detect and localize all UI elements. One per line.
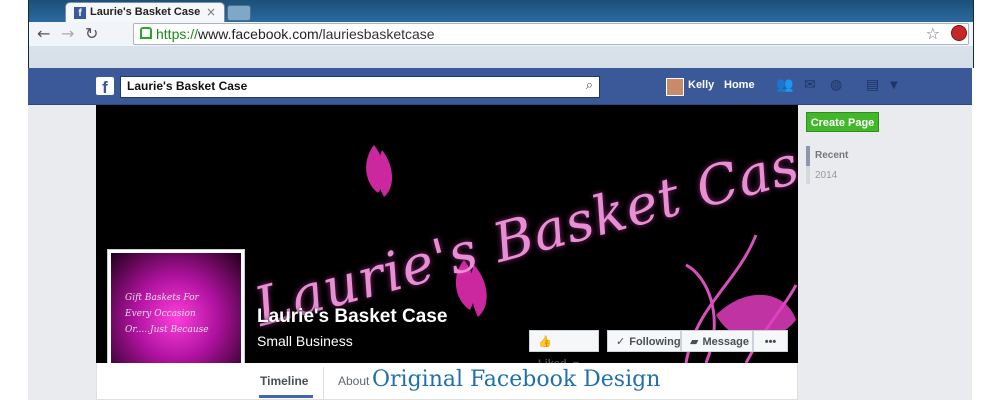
url-text: https://www.facebook.com/lauriesbasketca… <box>156 26 435 42</box>
bookmark-star-icon[interactable]: ☆ <box>926 24 940 43</box>
message-bubble-icon: ▰ <box>690 335 699 348</box>
facebook-favicon-icon: f <box>74 7 86 19</box>
following-button[interactable]: ✓ Following <box>607 330 681 352</box>
facebook-logo-icon[interactable]: f <box>96 77 114 97</box>
message-button[interactable]: ▰ Message <box>681 330 753 352</box>
tab-title: Laurie's Basket Case <box>90 6 201 18</box>
url-domain: www.facebook.com <box>198 26 319 42</box>
tab-timeline[interactable]: Timeline <box>260 374 308 388</box>
friend-requests-icon[interactable]: 👥 <box>776 77 793 93</box>
page-category[interactable]: Small Business <box>257 333 353 349</box>
message-label: Message <box>702 336 749 348</box>
checkmark-icon: ✓ <box>616 335 626 348</box>
year-link-2014[interactable]: 2014 <box>815 170 837 181</box>
back-arrow-icon[interactable]: ← <box>37 24 50 43</box>
tab-about[interactable]: About <box>338 374 369 388</box>
browser-tab[interactable]: f Laurie's Basket Case × <box>65 2 225 23</box>
create-page-button[interactable]: Create Page <box>806 112 879 132</box>
user-avatar[interactable] <box>666 78 684 96</box>
url-scheme: https:// <box>156 26 199 42</box>
profile-text-line: Or.....Just Because <box>125 325 209 335</box>
browser-toolbar: ← → ↻ https://www.facebook.com/lauriesba… <box>29 22 973 46</box>
address-bar[interactable]: https://www.facebook.com/lauriesbasketca… <box>133 23 969 45</box>
tab-close-icon[interactable]: × <box>206 5 216 19</box>
year-link-recent[interactable]: Recent <box>815 150 848 161</box>
forward-arrow-icon[interactable]: → <box>61 24 74 43</box>
tab-divider <box>323 367 324 400</box>
privacy-shortcuts-icon[interactable]: ▤ <box>866 77 879 93</box>
account-menu-chevron-icon[interactable]: ▼ <box>890 80 898 91</box>
reload-icon[interactable]: ↻ <box>85 24 98 43</box>
user-name-link[interactable]: Kelly <box>688 79 714 91</box>
facebook-top-bar: f Laurie's Basket Case ⌕ Kelly Home 👥 ✉ … <box>28 68 972 105</box>
search-icon[interactable]: ⌕ <box>586 78 593 93</box>
more-dots-icon: ••• <box>764 336 777 348</box>
profile-text-line: Gift Baskets For <box>125 293 199 303</box>
messages-icon[interactable]: ✉ <box>804 77 816 93</box>
lock-icon <box>140 27 152 39</box>
more-options-button[interactable]: ••• <box>753 330 788 352</box>
facebook-search-input[interactable]: Laurie's Basket Case ⌕ <box>120 76 600 98</box>
following-label: Following <box>629 336 681 348</box>
year-indicator <box>806 166 810 184</box>
page-name[interactable]: Laurie's Basket Case <box>257 306 447 328</box>
thumbs-up-icon: 👍 <box>538 335 552 348</box>
overlay-caption: Original Facebook Design <box>372 367 661 392</box>
browser-window: f Laurie's Basket Case × ← → ↻ https://w… <box>28 0 974 68</box>
active-tab-underline <box>259 395 313 398</box>
new-tab-button[interactable] <box>227 5 251 21</box>
liked-button[interactable]: 👍Liked▼ <box>529 330 599 370</box>
notifications-globe-icon[interactable]: ◍ <box>830 77 842 93</box>
extension-icon[interactable] <box>951 25 967 41</box>
profile-text-line: Every Occasion <box>125 309 196 319</box>
year-indicator-active <box>806 146 810 166</box>
search-value: Laurie's Basket Case <box>127 79 248 93</box>
url-path: /lauriesbasketcase <box>318 26 435 42</box>
home-link[interactable]: Home <box>724 79 755 91</box>
